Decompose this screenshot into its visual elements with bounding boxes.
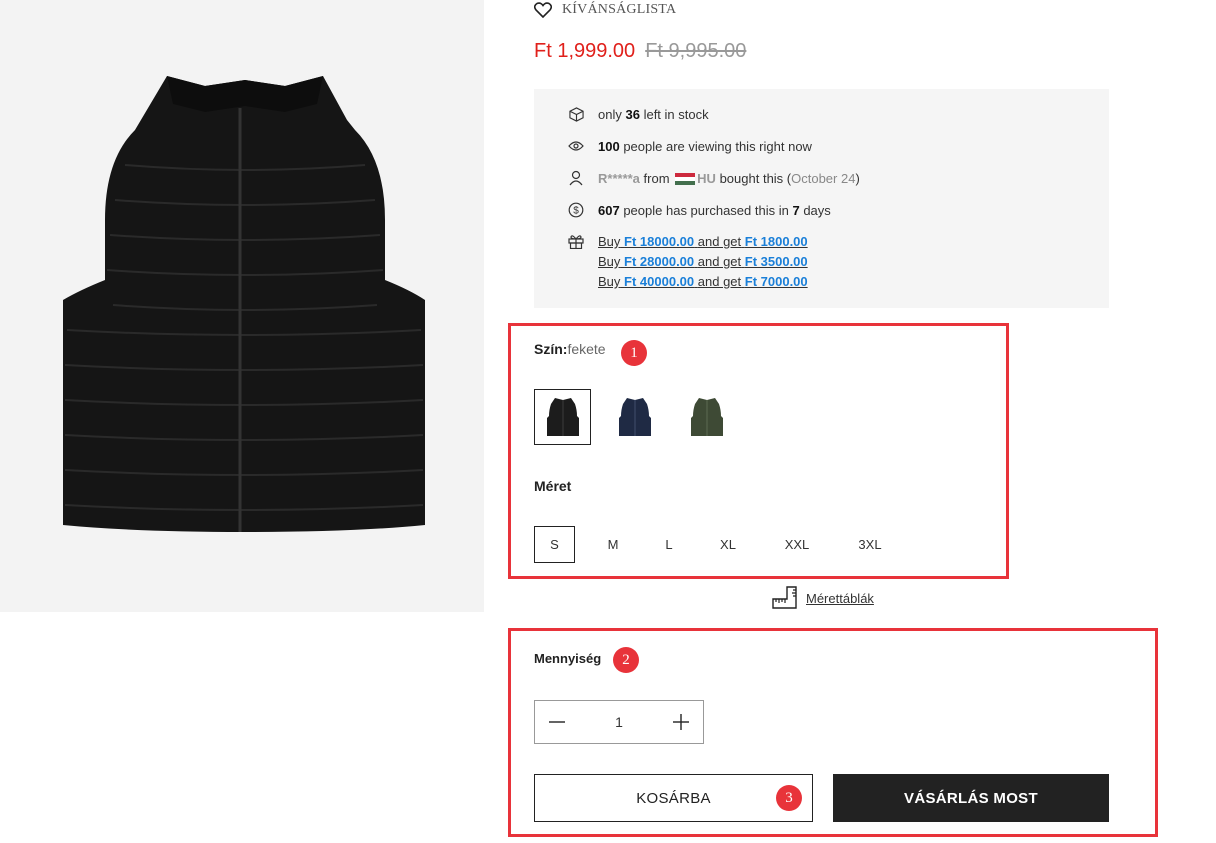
quantity-increase-button[interactable] [659, 701, 703, 743]
ruler-icon [772, 586, 797, 609]
viewing-count: 100 [598, 138, 620, 154]
box-icon [568, 106, 584, 122]
svg-text:$: $ [573, 206, 579, 217]
wishlist-button[interactable]: KÍVÁNSÁGLISTA [534, 0, 676, 20]
dollar-circle-icon: $ [568, 202, 584, 218]
quantity-label: Mennyiség [534, 651, 602, 666]
viewing-suffix: people are viewing this right now [623, 138, 812, 154]
original-price: Ft 9,995.00 [645, 40, 747, 62]
user-icon [568, 170, 584, 186]
gift-icon [568, 234, 584, 250]
buyer-country: HU [697, 170, 716, 186]
purchased-count: 607 [598, 202, 620, 218]
size-chart-link[interactable]: Mérettáblák [772, 586, 874, 610]
size-label: Méret [534, 478, 572, 494]
buyer-close: ) [855, 170, 860, 186]
buyer-from: from [643, 170, 670, 186]
size-option-xxl[interactable]: XXL [769, 526, 825, 563]
color-swatch-black[interactable] [534, 389, 591, 445]
buyer-date: October 24 [791, 170, 856, 186]
stock-row: only 36 left in stock [568, 106, 709, 122]
current-price: Ft 1,999.00 [534, 40, 636, 62]
color-swatch-olive[interactable] [678, 389, 735, 445]
color-label-text: Szín: [534, 341, 568, 357]
add-to-cart-button[interactable]: KOSÁRBA [534, 774, 813, 822]
quantity-input[interactable] [579, 709, 659, 735]
stock-prefix: only [598, 106, 622, 122]
eye-icon [568, 138, 584, 154]
purchased-middle: people has purchased this in [623, 202, 789, 218]
stock-suffix: left in stock [643, 106, 709, 122]
size-option-3xl[interactable]: 3XL [845, 526, 895, 563]
size-option-m[interactable]: M [595, 526, 631, 563]
recent-purchase-row: R*****a from HU bought this (October 24) [568, 170, 860, 186]
buyer-action: bought this ( [719, 170, 792, 186]
heart-icon [534, 2, 552, 18]
wishlist-label: KÍVÁNSÁGLISTA [562, 2, 677, 17]
purchased-suffix: days [803, 202, 831, 218]
color-label: Szín:fekete [534, 341, 606, 357]
hungary-flag-icon [675, 173, 696, 186]
viewing-row: 100 people are viewing this right now [568, 138, 812, 154]
annotation-badge-1: 1 [621, 340, 647, 366]
promo-row: Buy Ft 18000.00 and get Ft 1800.00 Buy F… [568, 234, 808, 290]
annotation-box-1 [508, 323, 1009, 579]
product-info-box: only 36 left in stock 100 people are vie… [534, 89, 1109, 308]
size-option-xl[interactable]: XL [707, 526, 749, 563]
olive-vest-thumbnail [690, 398, 723, 436]
minus-icon [549, 721, 565, 723]
buy-now-button[interactable]: VÁSÁRLÁS MOST [833, 774, 1109, 822]
stock-count: 36 [625, 106, 640, 122]
color-swatch-navy[interactable] [606, 389, 663, 445]
purchased-days: 7 [792, 202, 800, 218]
vest-image [63, 76, 425, 532]
price-block: Ft 1,999.00 Ft 9,995.00 [534, 40, 746, 63]
black-vest-thumbnail [546, 398, 579, 436]
buy-now-label: VÁSÁRLÁS MOST [904, 789, 1038, 807]
size-option-l[interactable]: L [651, 526, 687, 563]
purchased-row: $ 607 people has purchased this in 7 day… [568, 202, 831, 218]
promo-link[interactable]: Buy Ft 28000.00 and get Ft 3500.00 [598, 254, 808, 270]
quantity-stepper [534, 700, 704, 744]
color-value: fekete [567, 341, 606, 357]
add-to-cart-label: KOSÁRBA [636, 789, 711, 807]
size-option-s[interactable]: S [534, 526, 575, 563]
product-image[interactable] [0, 0, 484, 612]
size-chart-label: Mérettáblák [806, 590, 874, 606]
plus-icon [673, 714, 689, 730]
navy-vest-thumbnail [618, 398, 651, 436]
annotation-badge-3: 3 [776, 785, 802, 811]
buyer-name: R*****a [598, 170, 640, 186]
annotation-badge-2: 2 [613, 647, 639, 673]
promo-link[interactable]: Buy Ft 40000.00 and get Ft 7000.00 [598, 274, 808, 290]
promo-link[interactable]: Buy Ft 18000.00 and get Ft 1800.00 [598, 234, 808, 250]
quantity-decrease-button[interactable] [535, 701, 579, 743]
